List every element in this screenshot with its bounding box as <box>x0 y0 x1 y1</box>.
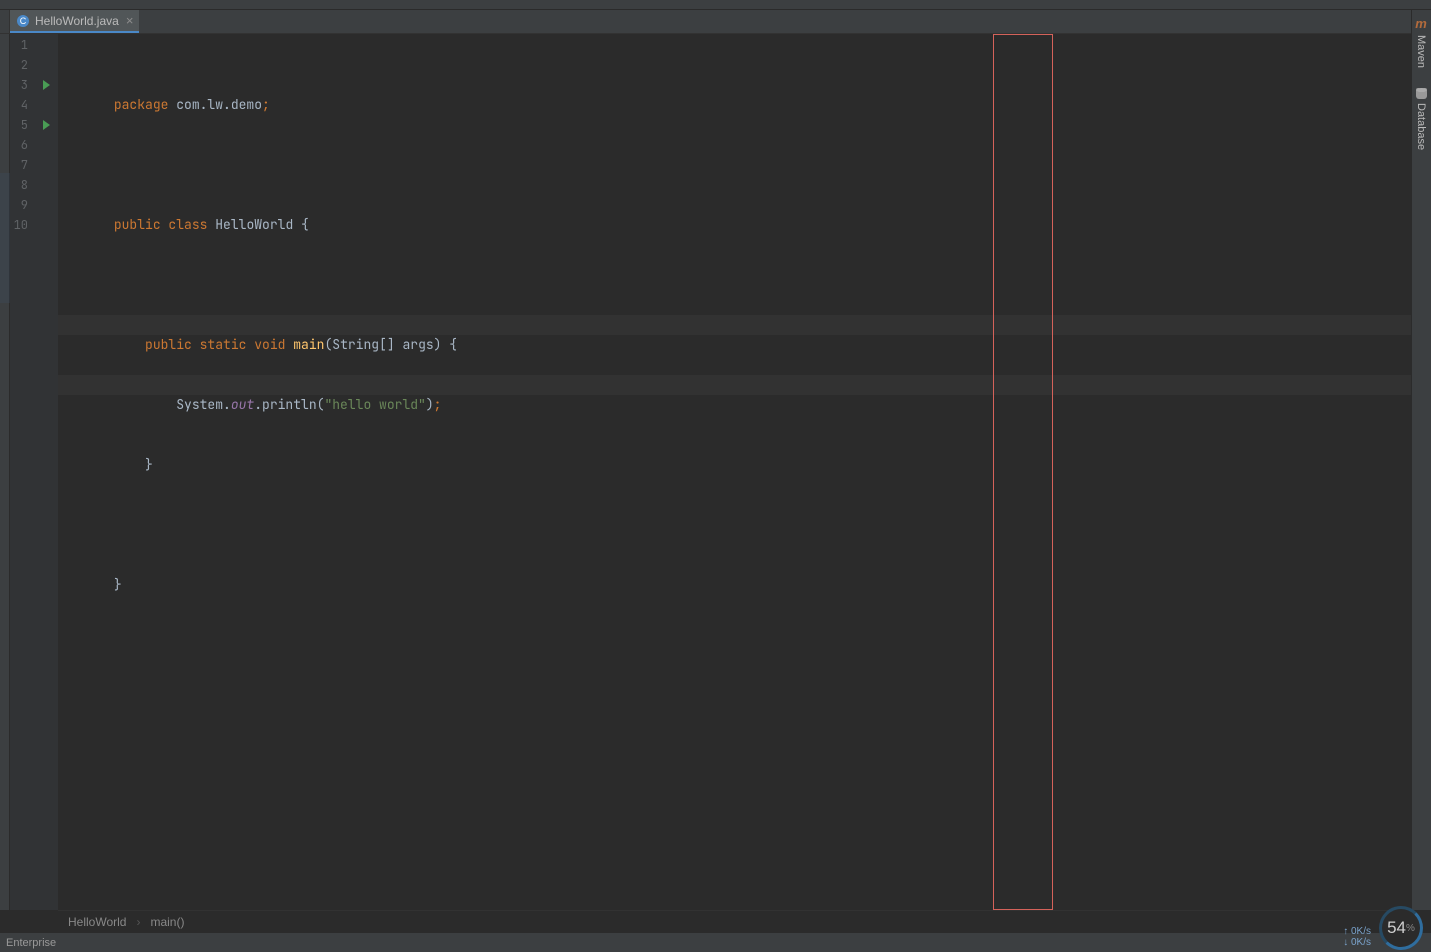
code-line <box>58 495 1411 515</box>
maven-tool-tab[interactable]: Maven <box>1412 10 1430 74</box>
run-gutter-icon[interactable] <box>43 80 50 90</box>
line-number: 2 <box>10 57 32 73</box>
change-marker <box>0 173 10 303</box>
run-gutter-icon[interactable] <box>43 120 50 130</box>
left-tool-strip <box>0 34 10 910</box>
code-line <box>58 135 1411 155</box>
file-tab[interactable]: C HelloWorld.java × <box>10 10 139 33</box>
net-up: ↑ 0K/s <box>1343 926 1371 937</box>
net-down: ↓ 0K/s <box>1343 937 1371 948</box>
java-class-icon: C <box>16 14 30 28</box>
top-toolbar-stub <box>0 0 1431 10</box>
line-number: 5 <box>10 117 32 133</box>
code-line: package com.lw.demo; <box>58 75 1411 95</box>
breadcrumb-class[interactable]: HelloWorld <box>68 915 126 929</box>
perf-value: 54 <box>1387 918 1406 938</box>
code-line: public static void main(String[] args) { <box>58 315 1411 335</box>
line-number: 6 <box>10 137 32 153</box>
code-line <box>58 615 1411 635</box>
line-number: 4 <box>10 97 32 113</box>
editor-tab-bar: C HelloWorld.java × <box>0 10 1431 34</box>
gutter: 1 2 3 4 5 6 7 8 9 10 <box>10 34 58 910</box>
line-number: 1 <box>10 37 32 53</box>
right-margin-highlight <box>993 34 1053 910</box>
svg-text:C: C <box>20 16 27 26</box>
perf-unit: % <box>1406 923 1415 934</box>
code-line-current: System.out.println("hello world"); <box>58 375 1411 395</box>
status-left[interactable]: Enterprise <box>6 937 56 949</box>
network-speed-widget: ↑ 0K/s ↓ 0K/s <box>1343 926 1371 948</box>
code-line: public class HelloWorld { <box>58 195 1411 215</box>
line-number: 10 <box>10 217 32 233</box>
code-line: } <box>58 435 1411 455</box>
code-editor[interactable]: package com.lw.demo; public class HelloW… <box>58 34 1411 910</box>
status-bar: Enterprise <box>0 932 1431 952</box>
database-tool-tab[interactable]: Database <box>1412 82 1430 156</box>
line-number: 7 <box>10 157 32 173</box>
close-icon[interactable]: × <box>126 14 134 27</box>
line-number: 8 <box>10 177 32 193</box>
chevron-right-icon: › <box>136 915 140 929</box>
editor-area: 1 2 3 4 5 6 7 8 9 10 package com.lw.demo… <box>0 34 1431 910</box>
breadcrumb-bar: HelloWorld › main() <box>58 910 1411 932</box>
right-tool-window-bar: Maven Database <box>1411 10 1431 910</box>
breadcrumb-method[interactable]: main() <box>150 915 184 929</box>
code-line: } <box>58 555 1411 575</box>
line-number: 9 <box>10 197 32 213</box>
tab-filename: HelloWorld.java <box>35 14 119 28</box>
left-tool-stub <box>0 10 10 33</box>
performance-widget[interactable]: 54% <box>1379 906 1423 950</box>
line-number: 3 <box>10 77 32 93</box>
code-line <box>58 255 1411 275</box>
